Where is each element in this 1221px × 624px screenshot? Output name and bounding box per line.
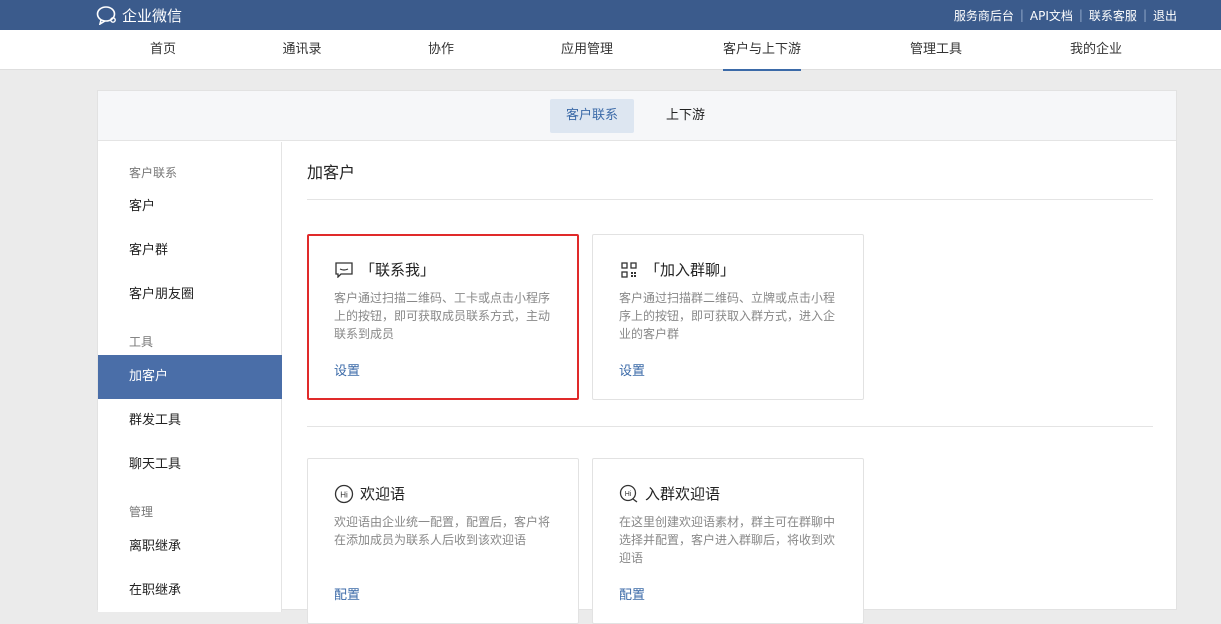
tab-customer-contact[interactable]: 客户联系 (550, 99, 635, 133)
sidebar-item-customer-groups[interactable]: 客户群 (98, 229, 282, 273)
app-logo[interactable]: 企业微信 (96, 4, 182, 26)
nav-label: 通讯录 (282, 42, 322, 57)
nav-customers-partners[interactable]: 客户与上下游 (702, 30, 822, 71)
qr-code-icon (619, 260, 639, 280)
card-description: 欢迎语由企业统一配置，配置后，客户将在添加成员为联系人后收到该欢迎语 (334, 515, 551, 547)
group-welcome-message-card: Hi 入群欢迎语 在这里创建欢迎语素材，群主可在群聊中选择并配置，客户进入群聊后… (592, 458, 864, 624)
divider: | (1078, 8, 1083, 22)
sidebar-item-resigned-transfer[interactable]: 离职继承 (98, 525, 282, 569)
card-header: 「联系我」 (334, 259, 435, 280)
nav-label: 协作 (427, 42, 454, 57)
card-header: Hi 入群欢迎语 (619, 483, 720, 504)
nav-my-enterprise[interactable]: 我的企业 (1036, 30, 1156, 70)
card-title: 「加入群聊」 (645, 261, 736, 279)
main-nav: 首页 通讯录 协作 应用管理 客户与上下游 管理工具 我的企业 (0, 30, 1221, 71)
card-description: 客户通过扫描群二维码、立牌或点击小程序上的按钮，即可获取入群方式，进入企业的客户… (619, 291, 836, 341)
nav-app-management[interactable]: 应用管理 (527, 30, 647, 70)
app-name: 企业微信 (122, 6, 183, 25)
card-title: 欢迎语 (360, 485, 406, 503)
main-panel: 客户联系 上下游 客户联系 客户 客户群 客户朋友圈 工具 加客户 群发工具 聊… (97, 90, 1177, 624)
content-area: 加客户 「联系我」 客户通过扫描二维码、工卡或点击小程序上的按钮，即可获取成员联… (283, 142, 1176, 624)
divider: | (1142, 8, 1147, 22)
divider (307, 426, 1153, 427)
sidebar-group-title: 管理 (129, 505, 154, 519)
api-docs-link[interactable]: API文档 (1030, 7, 1073, 24)
sub-tabs: 客户联系 上下游 (98, 91, 1176, 141)
card-title: 「联系我」 (360, 261, 436, 279)
divider: | (1019, 8, 1024, 22)
wecom-logo-icon (96, 6, 116, 25)
join-group-card: 「加入群聊」 客户通过扫描群二维码、立牌或点击小程序上的按钮，即可获取入群方式，… (592, 234, 864, 400)
tab-upstream-downstream[interactable]: 上下游 (650, 99, 721, 133)
top-links: 服务商后台 | API文档 | 联系客服 | 退出 (954, 0, 1177, 30)
nav-label: 我的企业 (1069, 42, 1122, 57)
sidebar-item-moments[interactable]: 客户朋友圈 (98, 273, 282, 317)
welcome-message-card: Hi 欢迎语 欢迎语由企业统一配置，配置后，客户将在添加成员为联系人后收到该欢迎… (307, 458, 579, 624)
card-description: 在这里创建欢迎语素材，群主可在群聊中选择并配置，客户进入群聊后，将收到欢迎语 (619, 515, 836, 565)
page-title: 加客户 (307, 163, 356, 182)
hi-greeting-icon: Hi (334, 484, 354, 504)
setup-link[interactable]: 设置 (334, 360, 360, 379)
sidebar-item-chat-tools[interactable]: 聊天工具 (98, 443, 282, 487)
card-header: Hi 欢迎语 (334, 483, 405, 504)
top-bar: 企业微信 服务商后台 | API文档 | 联系客服 | 退出 (0, 0, 1221, 30)
group-hi-greeting-icon: Hi (619, 484, 639, 504)
logout-link[interactable]: 退出 (1153, 7, 1177, 24)
nav-label: 客户与上下游 (722, 31, 801, 71)
sidebar-group-title: 工具 (129, 335, 154, 349)
svg-text:Hi: Hi (625, 491, 632, 498)
nav-label: 管理工具 (909, 42, 962, 57)
sidebar-group-title: 客户联系 (129, 166, 178, 180)
sidebar-item-add-customer[interactable]: 加客户 (98, 355, 282, 399)
card-header: 「加入群聊」 (619, 259, 735, 280)
contact-support-link[interactable]: 联系客服 (1089, 7, 1137, 24)
nav-collaboration[interactable]: 协作 (381, 30, 501, 70)
card-title: 入群欢迎语 (645, 485, 721, 503)
card-description: 客户通过扫描二维码、工卡或点击小程序上的按钮，即可获取成员联系方式，主动联系到成… (334, 291, 551, 341)
nav-label: 首页 (149, 42, 176, 57)
setup-link[interactable]: 设置 (619, 360, 645, 379)
nav-label: 应用管理 (560, 42, 613, 57)
sidebar-item-customers[interactable]: 客户 (98, 185, 282, 229)
chat-bubble-icon (334, 260, 354, 280)
sidebar-item-broadcast-tools[interactable]: 群发工具 (98, 399, 282, 443)
nav-contacts[interactable]: 通讯录 (242, 30, 362, 70)
nav-home[interactable]: 首页 (103, 30, 223, 70)
contact-me-card: 「联系我」 客户通过扫描二维码、工卡或点击小程序上的按钮，即可获取成员联系方式，… (307, 234, 579, 400)
nav-management-tools[interactable]: 管理工具 (876, 30, 996, 70)
sidebar-item-onjob-transfer[interactable]: 在职继承 (98, 569, 282, 613)
sidebar: 客户联系 客户 客户群 客户朋友圈 工具 加客户 群发工具 聊天工具 管理 离职… (98, 142, 282, 612)
svg-text:Hi: Hi (340, 490, 348, 499)
divider (307, 199, 1153, 200)
service-provider-link[interactable]: 服务商后台 (954, 7, 1014, 24)
